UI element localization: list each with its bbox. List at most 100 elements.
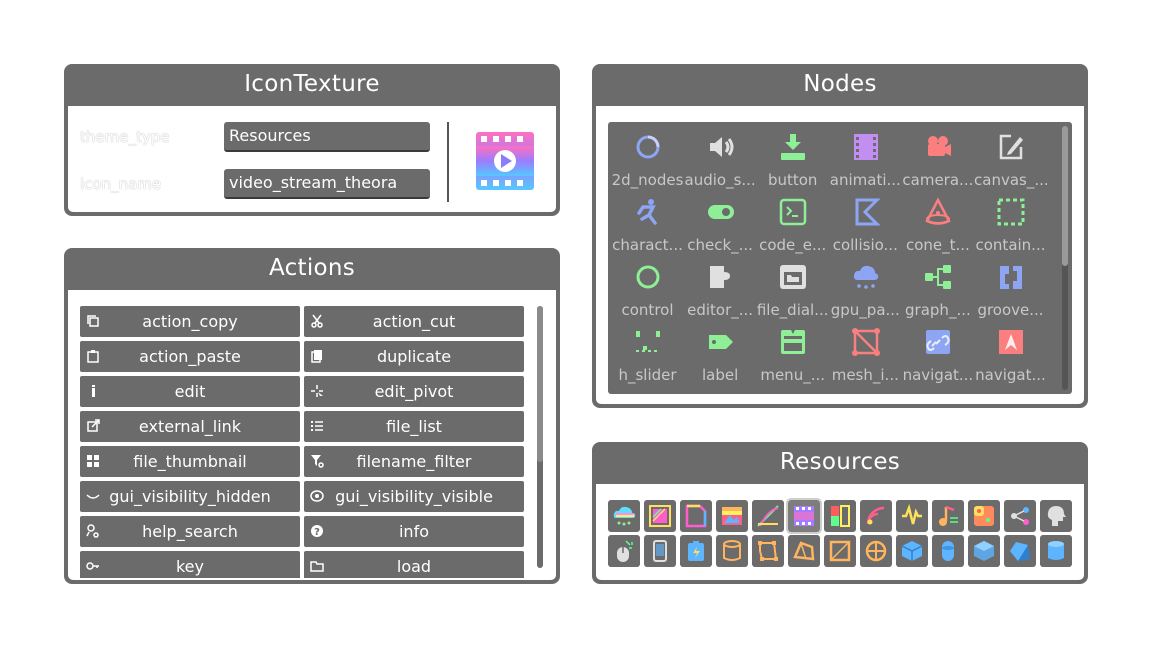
resource-button[interactable] — [680, 535, 712, 567]
resource-button[interactable] — [860, 500, 892, 532]
action-button-action-paste[interactable]: action_paste — [80, 341, 300, 372]
action-button-label: gui_visibility_visible — [335, 487, 493, 506]
action-button-label: duplicate — [376, 347, 452, 366]
resources-panel: Resources — [592, 442, 1088, 584]
node-label: gpu_pa... — [830, 301, 900, 319]
action-button-gui-visibility-visible[interactable]: gui_visibility_visible — [304, 481, 524, 512]
resource-button[interactable] — [716, 535, 748, 567]
help-search-icon — [86, 524, 99, 538]
video-stream-theora-icon — [794, 506, 814, 526]
navigation-region-icon — [999, 330, 1023, 354]
eye-open-icon — [310, 490, 324, 502]
actions-scrollbar[interactable] — [537, 306, 543, 568]
action-button-label: action_copy — [142, 312, 238, 331]
node-item[interactable]: canvas_... — [974, 124, 1047, 189]
node-label: menu_... — [760, 366, 826, 384]
action-button-key[interactable]: key — [80, 551, 300, 578]
node-item[interactable]: code_e... — [756, 189, 829, 254]
resource-button[interactable] — [1040, 535, 1072, 567]
node-label: file_dial... — [756, 301, 829, 319]
collision-icon — [855, 198, 881, 226]
action-button-load[interactable]: load — [304, 551, 524, 578]
node-label: contain... — [975, 236, 1046, 254]
nodes-panel: Nodes 2d_nodes audio_s... button animati...… — [592, 64, 1088, 408]
resource-button[interactable] — [824, 535, 856, 567]
node-label: navigat... — [902, 366, 974, 384]
action-button-action-copy[interactable]: action_copy — [80, 306, 300, 337]
node-item[interactable]: charact... — [611, 189, 684, 254]
action-button-label: action_paste — [139, 347, 241, 366]
resource-button[interactable] — [1004, 500, 1036, 532]
node-item[interactable]: h_slider — [611, 319, 684, 384]
list-icon — [311, 421, 323, 431]
resource-button[interactable] — [680, 500, 712, 532]
resource-button[interactable] — [896, 500, 928, 532]
resource-button[interactable] — [786, 498, 822, 534]
resource-button[interactable] — [752, 500, 784, 532]
graph-icon — [925, 265, 952, 289]
curve-texture-icon — [757, 505, 779, 527]
node-item[interactable]: editor_... — [684, 254, 757, 319]
resource-button[interactable] — [932, 500, 964, 532]
action-button-edit-pivot[interactable]: edit_pivot — [304, 376, 524, 407]
action-button-filename-filter[interactable]: filename_filter — [304, 446, 524, 477]
node-item[interactable]: contain... — [974, 189, 1047, 254]
node-item[interactable]: button — [756, 124, 829, 189]
node-item[interactable]: gpu_pa... — [829, 254, 902, 319]
resource-button[interactable] — [608, 500, 640, 532]
node-item[interactable]: graph_... — [901, 254, 974, 319]
menu-bar-icon — [781, 330, 806, 354]
node-item[interactable]: navigat... — [974, 319, 1047, 384]
resource-button[interactable] — [752, 535, 784, 567]
node-item[interactable]: check_... — [684, 189, 757, 254]
node-item[interactable]: collisio... — [829, 189, 902, 254]
resource-button[interactable] — [608, 535, 640, 567]
nodes-body: 2d_nodes audio_s... button animati... camera… — [596, 106, 1084, 404]
resource-button[interactable] — [644, 535, 676, 567]
nodes-scrollbar-thumb[interactable] — [1062, 126, 1068, 266]
node-item[interactable]: cone_t... — [901, 189, 974, 254]
action-button-info[interactable]: ? info — [304, 516, 524, 547]
node-item[interactable]: file_dial... — [756, 254, 829, 319]
resource-button[interactable] — [1004, 535, 1036, 567]
icon-name-field[interactable]: video_stream_theora — [224, 169, 430, 199]
resource-button[interactable] — [860, 535, 892, 567]
action-button-label: filename_filter — [356, 452, 472, 471]
node-item[interactable]: menu_... — [756, 319, 829, 384]
resource-button[interactable] — [824, 500, 856, 532]
icontexture-title: IconTexture — [244, 71, 380, 97]
action-button-external-link[interactable]: external_link — [80, 411, 300, 442]
node-item[interactable]: navigat... — [901, 319, 974, 384]
node-item[interactable]: 2d_nodes — [611, 124, 684, 189]
node-item[interactable]: groove... — [974, 254, 1047, 319]
resource-button[interactable] — [968, 500, 1000, 532]
node-item[interactable]: camera... — [901, 124, 974, 189]
nodes-grid: 2d_nodes audio_s... button animati... camera… — [608, 122, 1072, 394]
resource-button[interactable] — [716, 500, 748, 532]
action-button-gui-visibility-hidden[interactable]: gui_visibility_hidden — [80, 481, 300, 512]
theme-type-field[interactable]: Resources — [224, 122, 430, 152]
resource-button[interactable] — [896, 535, 928, 567]
node-item[interactable]: audio_s... — [684, 124, 757, 189]
polygon-2d-icon — [758, 541, 778, 561]
resource-button[interactable] — [1040, 500, 1072, 532]
node-item[interactable]: control — [611, 254, 684, 319]
action-button-label: help_search — [142, 522, 238, 541]
action-button-file-thumbnail[interactable]: file_thumbnail — [80, 446, 300, 477]
action-button-action-cut[interactable]: action_cut — [304, 306, 524, 337]
prism-mesh-icon — [1010, 542, 1030, 561]
action-button-file-list[interactable]: file_list — [304, 411, 524, 442]
action-button-edit[interactable]: edit — [80, 376, 300, 407]
node-item[interactable]: mesh_i... — [829, 319, 902, 384]
resource-button[interactable] — [788, 535, 820, 567]
node-item[interactable]: animati... — [829, 124, 902, 189]
action-button-duplicate[interactable]: duplicate — [304, 341, 524, 372]
actions-scrollbar-thumb[interactable] — [537, 306, 543, 462]
resource-button[interactable] — [932, 535, 964, 567]
nodes-scrollbar[interactable] — [1062, 126, 1068, 390]
resource-button[interactable] — [644, 500, 676, 532]
node-item[interactable]: label — [684, 319, 757, 384]
resource-button[interactable] — [968, 535, 1000, 567]
action-button-help-search[interactable]: help_search — [80, 516, 300, 547]
mesh-icon — [851, 328, 880, 356]
